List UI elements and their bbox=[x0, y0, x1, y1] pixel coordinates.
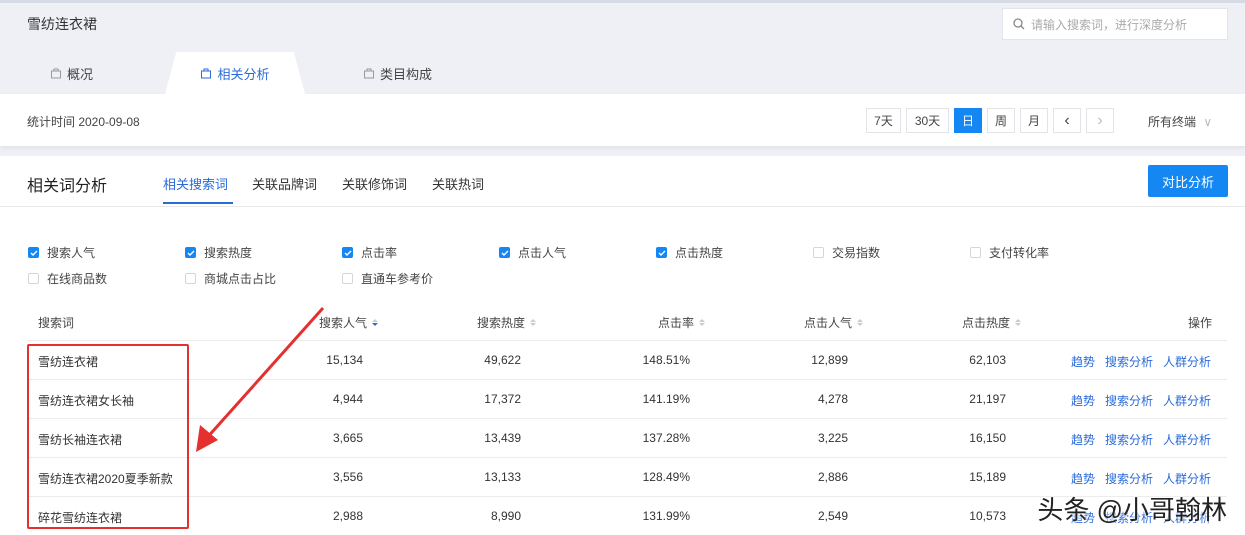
watermark: 头条 @小哥翰林 bbox=[1037, 495, 1227, 525]
red-arrow-icon bbox=[196, 307, 325, 452]
